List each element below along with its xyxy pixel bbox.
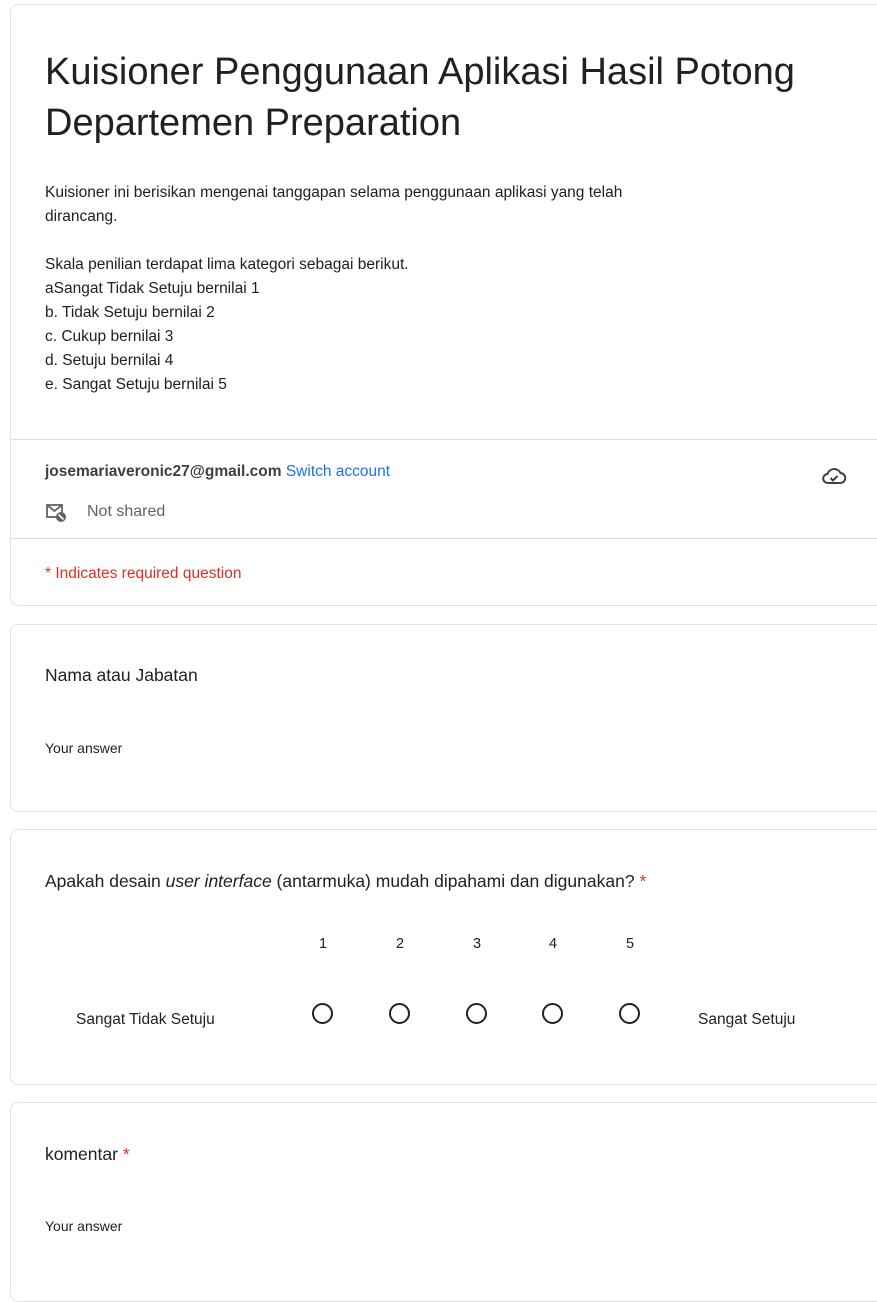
description-line: c. Cukup bernilai 3 bbox=[45, 328, 174, 345]
question-text: Apakah desain bbox=[45, 871, 166, 891]
question-text: komentar bbox=[45, 1144, 118, 1164]
question-text-italic: user interface bbox=[165, 871, 272, 891]
radio-option-2[interactable] bbox=[389, 1003, 410, 1024]
scale-value-label: 1 bbox=[318, 936, 328, 952]
description-line: Kuisioner ini berisikan mengenai tanggap… bbox=[45, 184, 623, 201]
not-shared-label: Not shared bbox=[87, 503, 166, 520]
question-label: Nama atau Jabatan bbox=[45, 665, 198, 685]
answer-input[interactable]: Your answer bbox=[45, 740, 122, 756]
divider bbox=[11, 439, 877, 440]
form-header-card: Kuisioner Penggunaan Aplikasi Hasil Poto… bbox=[10, 4, 877, 606]
account-row: josemariaveronic27@gmail.com Switch acco… bbox=[45, 463, 390, 481]
scale-value-label: 4 bbox=[548, 936, 558, 952]
cloud-check-icon[interactable] bbox=[821, 465, 847, 487]
scale-value-label: 5 bbox=[625, 936, 635, 952]
question-card-komentar: komentar * Your answer bbox=[10, 1102, 877, 1302]
description-line: d. Setuju bernilai 4 bbox=[45, 352, 174, 369]
radio-option-3[interactable] bbox=[466, 1003, 487, 1024]
required-asterisk: * bbox=[122, 1144, 130, 1164]
radio-option-1[interactable] bbox=[312, 1003, 333, 1024]
question-text: (antarmuka) mudah dipahami dan digunakan… bbox=[271, 871, 635, 891]
scale-value-label: 3 bbox=[472, 936, 482, 952]
description-line: aSangat Tidak Setuju bernilai 1 bbox=[45, 280, 260, 297]
scale-value-label: 2 bbox=[395, 936, 405, 952]
switch-account-link[interactable]: Switch account bbox=[286, 463, 390, 480]
question-card-nama: Nama atau Jabatan Your answer bbox=[10, 624, 877, 812]
scale-max-label: Sangat Setuju bbox=[698, 1011, 796, 1028]
radio-option-5[interactable] bbox=[619, 1003, 640, 1024]
account-email: josemariaveronic27@gmail.com bbox=[45, 463, 282, 480]
required-asterisk: * bbox=[639, 871, 647, 891]
required-note: * Indicates required question bbox=[45, 565, 242, 582]
question-label: Apakah desain user interface (antarmuka)… bbox=[45, 871, 646, 892]
description-line: b. Tidak Setuju bernilai 2 bbox=[45, 304, 215, 321]
description-line: e. Sangat Setuju bernilai 5 bbox=[45, 376, 227, 393]
question-label: komentar * bbox=[45, 1144, 130, 1165]
description-line: Skala penilian terdapat lima kategori se… bbox=[45, 256, 409, 273]
radio-option-4[interactable] bbox=[542, 1003, 563, 1024]
mail-off-icon bbox=[45, 501, 67, 523]
not-shared-row: Not shared bbox=[45, 501, 165, 523]
answer-input[interactable]: Your answer bbox=[45, 1218, 122, 1234]
divider bbox=[11, 538, 877, 539]
description-line: dirancang. bbox=[45, 208, 118, 225]
question-card-ui: Apakah desain user interface (antarmuka)… bbox=[10, 829, 877, 1085]
form-description: Kuisioner ini berisikan mengenai tanggap… bbox=[45, 181, 835, 397]
scale-min-label: Sangat Tidak Setuju bbox=[76, 1011, 215, 1028]
form-title: Kuisioner Penggunaan Aplikasi Hasil Poto… bbox=[45, 51, 795, 144]
